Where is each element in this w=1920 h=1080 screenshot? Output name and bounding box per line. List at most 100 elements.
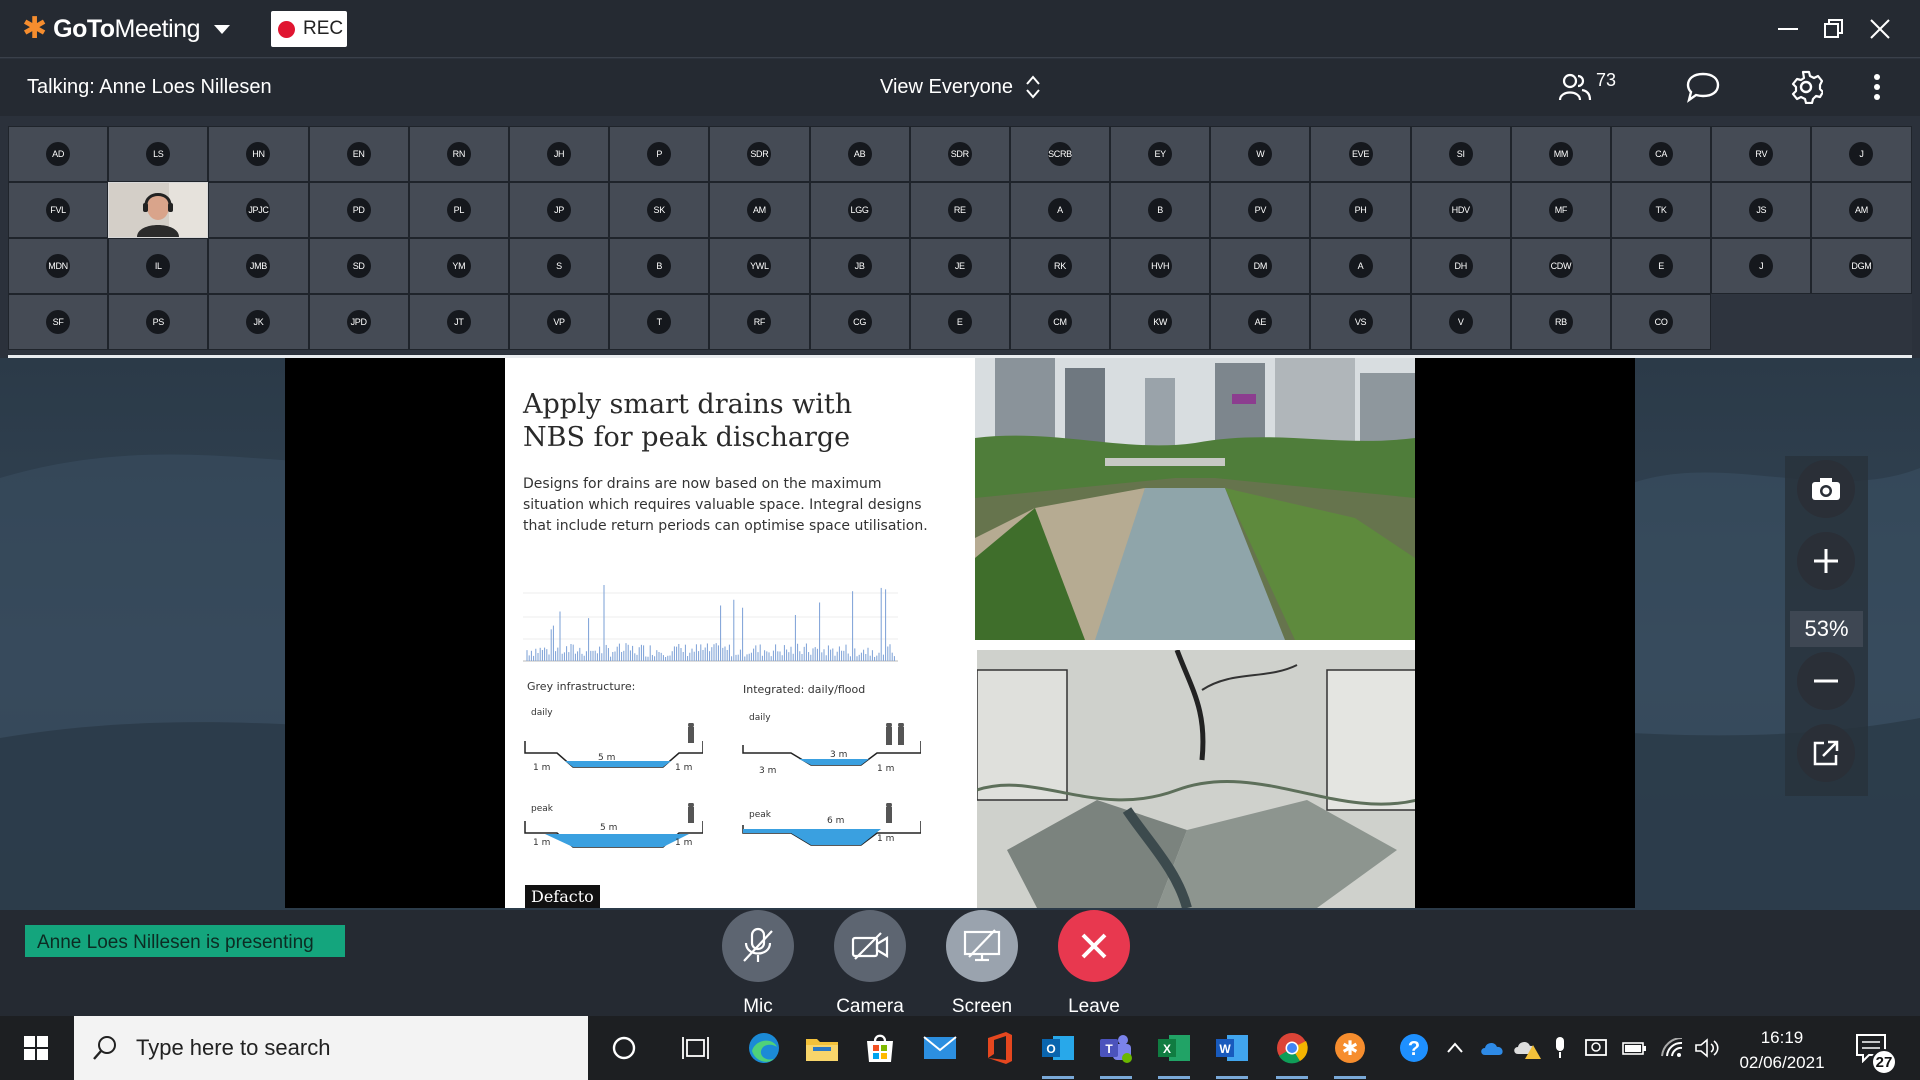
participant-tile[interactable]: AM bbox=[709, 182, 810, 238]
participant-tile[interactable]: SDR bbox=[709, 126, 810, 182]
participant-tile[interactable]: DM bbox=[1210, 238, 1311, 294]
participant-tile[interactable]: S bbox=[508, 238, 610, 294]
participant-tile[interactable]: W bbox=[1210, 126, 1311, 182]
participant-tile[interactable]: RN bbox=[408, 126, 509, 182]
cortana-button[interactable] bbox=[606, 1030, 642, 1066]
participant-tile[interactable]: EY bbox=[1110, 126, 1211, 182]
view-mode-selector[interactable]: View Everyone bbox=[880, 74, 1041, 100]
participant-tile[interactable]: JT bbox=[408, 294, 509, 350]
taskbar-office[interactable] bbox=[982, 1030, 1018, 1066]
restore-button[interactable] bbox=[1818, 14, 1850, 44]
participant-tile[interactable]: PD bbox=[308, 182, 409, 238]
participant-tile[interactable]: SDR bbox=[909, 126, 1010, 182]
participant-tile[interactable]: LGG bbox=[809, 182, 910, 238]
camera-button[interactable]: Camera bbox=[834, 910, 906, 1018]
show-hidden-icons[interactable] bbox=[1446, 1036, 1464, 1060]
participant-tile[interactable]: DGM bbox=[1811, 238, 1912, 294]
participant-tile[interactable]: CG bbox=[809, 294, 910, 350]
participant-tile[interactable]: JMB bbox=[208, 238, 309, 294]
participant-tile[interactable]: PV bbox=[1210, 182, 1311, 238]
participant-tile[interactable]: P bbox=[609, 126, 710, 182]
participant-tile[interactable]: A bbox=[1009, 182, 1111, 238]
close-button[interactable] bbox=[1864, 14, 1896, 44]
participant-tile[interactable]: KW bbox=[1110, 294, 1211, 350]
participant-tile[interactable]: JE bbox=[909, 238, 1010, 294]
participant-tile[interactable]: CDW bbox=[1510, 238, 1611, 294]
participant-tile[interactable]: CA bbox=[1611, 126, 1712, 182]
wifi-tray[interactable] bbox=[1660, 1036, 1684, 1060]
participant-tile[interactable]: J bbox=[1811, 126, 1912, 182]
taskbar-word[interactable]: W bbox=[1214, 1030, 1250, 1079]
participant-tile[interactable]: YM bbox=[408, 238, 509, 294]
participant-tile[interactable]: EVE bbox=[1310, 126, 1411, 182]
participant-tile[interactable]: MDN bbox=[8, 238, 109, 294]
task-view-button[interactable] bbox=[678, 1030, 714, 1066]
participant-tile[interactable]: JS bbox=[1711, 182, 1812, 238]
taskbar-gotomeeting[interactable]: ✱ bbox=[1332, 1030, 1368, 1079]
participant-tile[interactable]: JK bbox=[208, 294, 309, 350]
participant-tile[interactable]: CO bbox=[1611, 294, 1712, 350]
participant-tile[interactable]: PS bbox=[108, 294, 209, 350]
action-center-button[interactable]: 27 bbox=[1855, 1033, 1897, 1075]
participant-tile[interactable]: E bbox=[909, 294, 1010, 350]
taskbar-chrome[interactable] bbox=[1274, 1030, 1310, 1079]
participant-tile[interactable]: CM bbox=[1009, 294, 1111, 350]
recording-badge[interactable]: REC bbox=[271, 11, 347, 47]
screen-share-button[interactable]: Screen bbox=[946, 910, 1018, 1018]
participant-tile[interactable]: HN bbox=[208, 126, 309, 182]
taskbar-store[interactable] bbox=[862, 1030, 898, 1066]
mic-button[interactable]: Mic bbox=[722, 910, 794, 1018]
zoom-in-button[interactable] bbox=[1797, 532, 1855, 590]
participant-tile[interactable]: PL bbox=[408, 182, 509, 238]
participant-tile[interactable]: TK bbox=[1611, 182, 1712, 238]
display-tray[interactable] bbox=[1585, 1036, 1609, 1060]
battery-tray[interactable] bbox=[1622, 1036, 1648, 1060]
participant-tile[interactable]: RF bbox=[709, 294, 810, 350]
participant-tile[interactable]: IL bbox=[108, 238, 209, 294]
participant-tile[interactable]: EN bbox=[308, 126, 409, 182]
participant-tile[interactable]: J bbox=[1711, 238, 1812, 294]
participant-tile[interactable]: T bbox=[609, 294, 710, 350]
participant-tile[interactable]: SI bbox=[1410, 126, 1511, 182]
participant-tile[interactable]: AE bbox=[1210, 294, 1311, 350]
participant-tile[interactable]: RB bbox=[1510, 294, 1611, 350]
snapshot-button[interactable] bbox=[1797, 460, 1855, 518]
taskbar-excel[interactable]: X bbox=[1156, 1030, 1192, 1079]
participant-tile[interactable]: SF bbox=[8, 294, 109, 350]
participant-tile[interactable]: E bbox=[1611, 238, 1712, 294]
taskbar-file-explorer[interactable] bbox=[804, 1030, 840, 1066]
participant-tile[interactable]: MM bbox=[1510, 126, 1611, 182]
zoom-out-button[interactable] bbox=[1797, 652, 1855, 710]
participant-tile[interactable]: PH bbox=[1310, 182, 1411, 238]
participant-tile[interactable]: A bbox=[1310, 238, 1411, 294]
participant-tile[interactable]: JP bbox=[508, 182, 610, 238]
onedrive-tray[interactable] bbox=[1479, 1036, 1505, 1060]
participant-tile[interactable]: JPD bbox=[308, 294, 409, 350]
leave-button[interactable]: Leave bbox=[1058, 910, 1130, 1018]
participant-tile[interactable]: HVH bbox=[1110, 238, 1211, 294]
taskbar-edge[interactable] bbox=[746, 1030, 782, 1066]
popout-button[interactable] bbox=[1797, 724, 1855, 782]
volume-tray[interactable] bbox=[1694, 1036, 1720, 1060]
participant-tile[interactable]: RK bbox=[1009, 238, 1111, 294]
participant-tile[interactable]: FVL bbox=[8, 182, 109, 238]
taskbar-outlook[interactable]: O bbox=[1040, 1030, 1076, 1079]
taskbar-clock[interactable]: 16:19 02/06/2021 bbox=[1722, 1025, 1842, 1075]
taskbar-search-box[interactable]: Type here to search bbox=[74, 1016, 588, 1080]
participant-tile[interactable]: RE bbox=[909, 182, 1010, 238]
taskbar-mail[interactable] bbox=[922, 1030, 958, 1066]
chat-button[interactable] bbox=[1686, 69, 1720, 105]
participant-tile[interactable]: RV bbox=[1711, 126, 1812, 182]
participant-tile[interactable]: V bbox=[1410, 294, 1511, 350]
participant-tile[interactable]: SD bbox=[308, 238, 409, 294]
app-menu-button[interactable]: ✱ GoToMeeting bbox=[22, 14, 230, 44]
participant-tile[interactable]: JB bbox=[809, 238, 910, 294]
participant-tile[interactable]: AD bbox=[8, 126, 109, 182]
participant-tile[interactable]: MF bbox=[1510, 182, 1611, 238]
settings-button[interactable] bbox=[1789, 69, 1823, 105]
participant-tile[interactable]: B bbox=[1110, 182, 1211, 238]
start-button[interactable] bbox=[0, 1016, 72, 1080]
more-options-button[interactable] bbox=[1872, 69, 1882, 105]
participant-tile[interactable]: JPJC bbox=[208, 182, 309, 238]
help-button[interactable]: ? bbox=[1396, 1030, 1432, 1066]
